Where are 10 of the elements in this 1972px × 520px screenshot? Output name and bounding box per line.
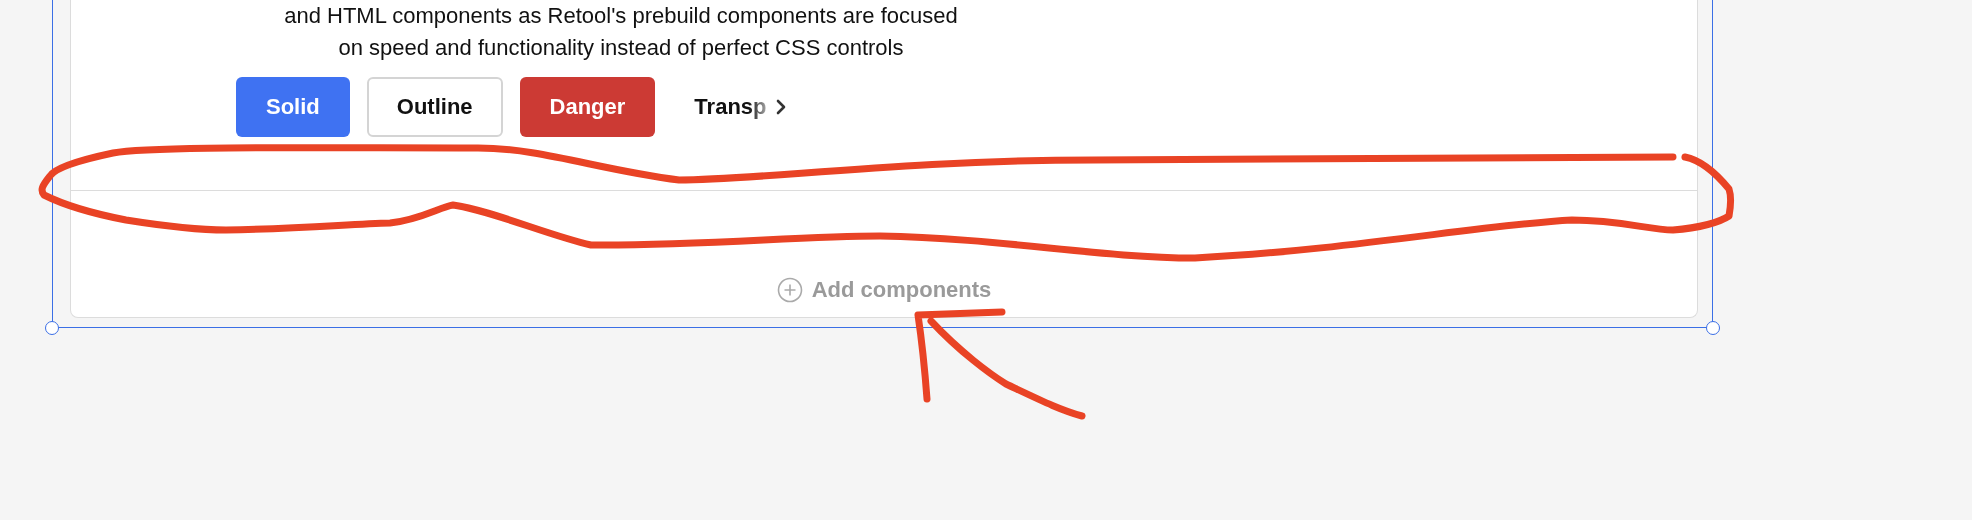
style-button[interactable]: Solid: [236, 77, 350, 137]
chevron-right-icon[interactable]: [775, 99, 786, 115]
style-button[interactable]: Transp: [672, 77, 771, 137]
plus-circle-icon: [776, 277, 803, 303]
resize-handle[interactable]: [1706, 321, 1720, 335]
resize-handle[interactable]: [45, 321, 59, 335]
style-button[interactable]: Outline: [366, 77, 503, 137]
add-components-button[interactable]: Add components: [772, 273, 996, 307]
style-button[interactable]: Danger: [519, 77, 656, 137]
description-text: and HTML components as Retool's prebuild components are focused on speed and functionality instead of perfect CSS controls: [283, 2, 959, 62]
